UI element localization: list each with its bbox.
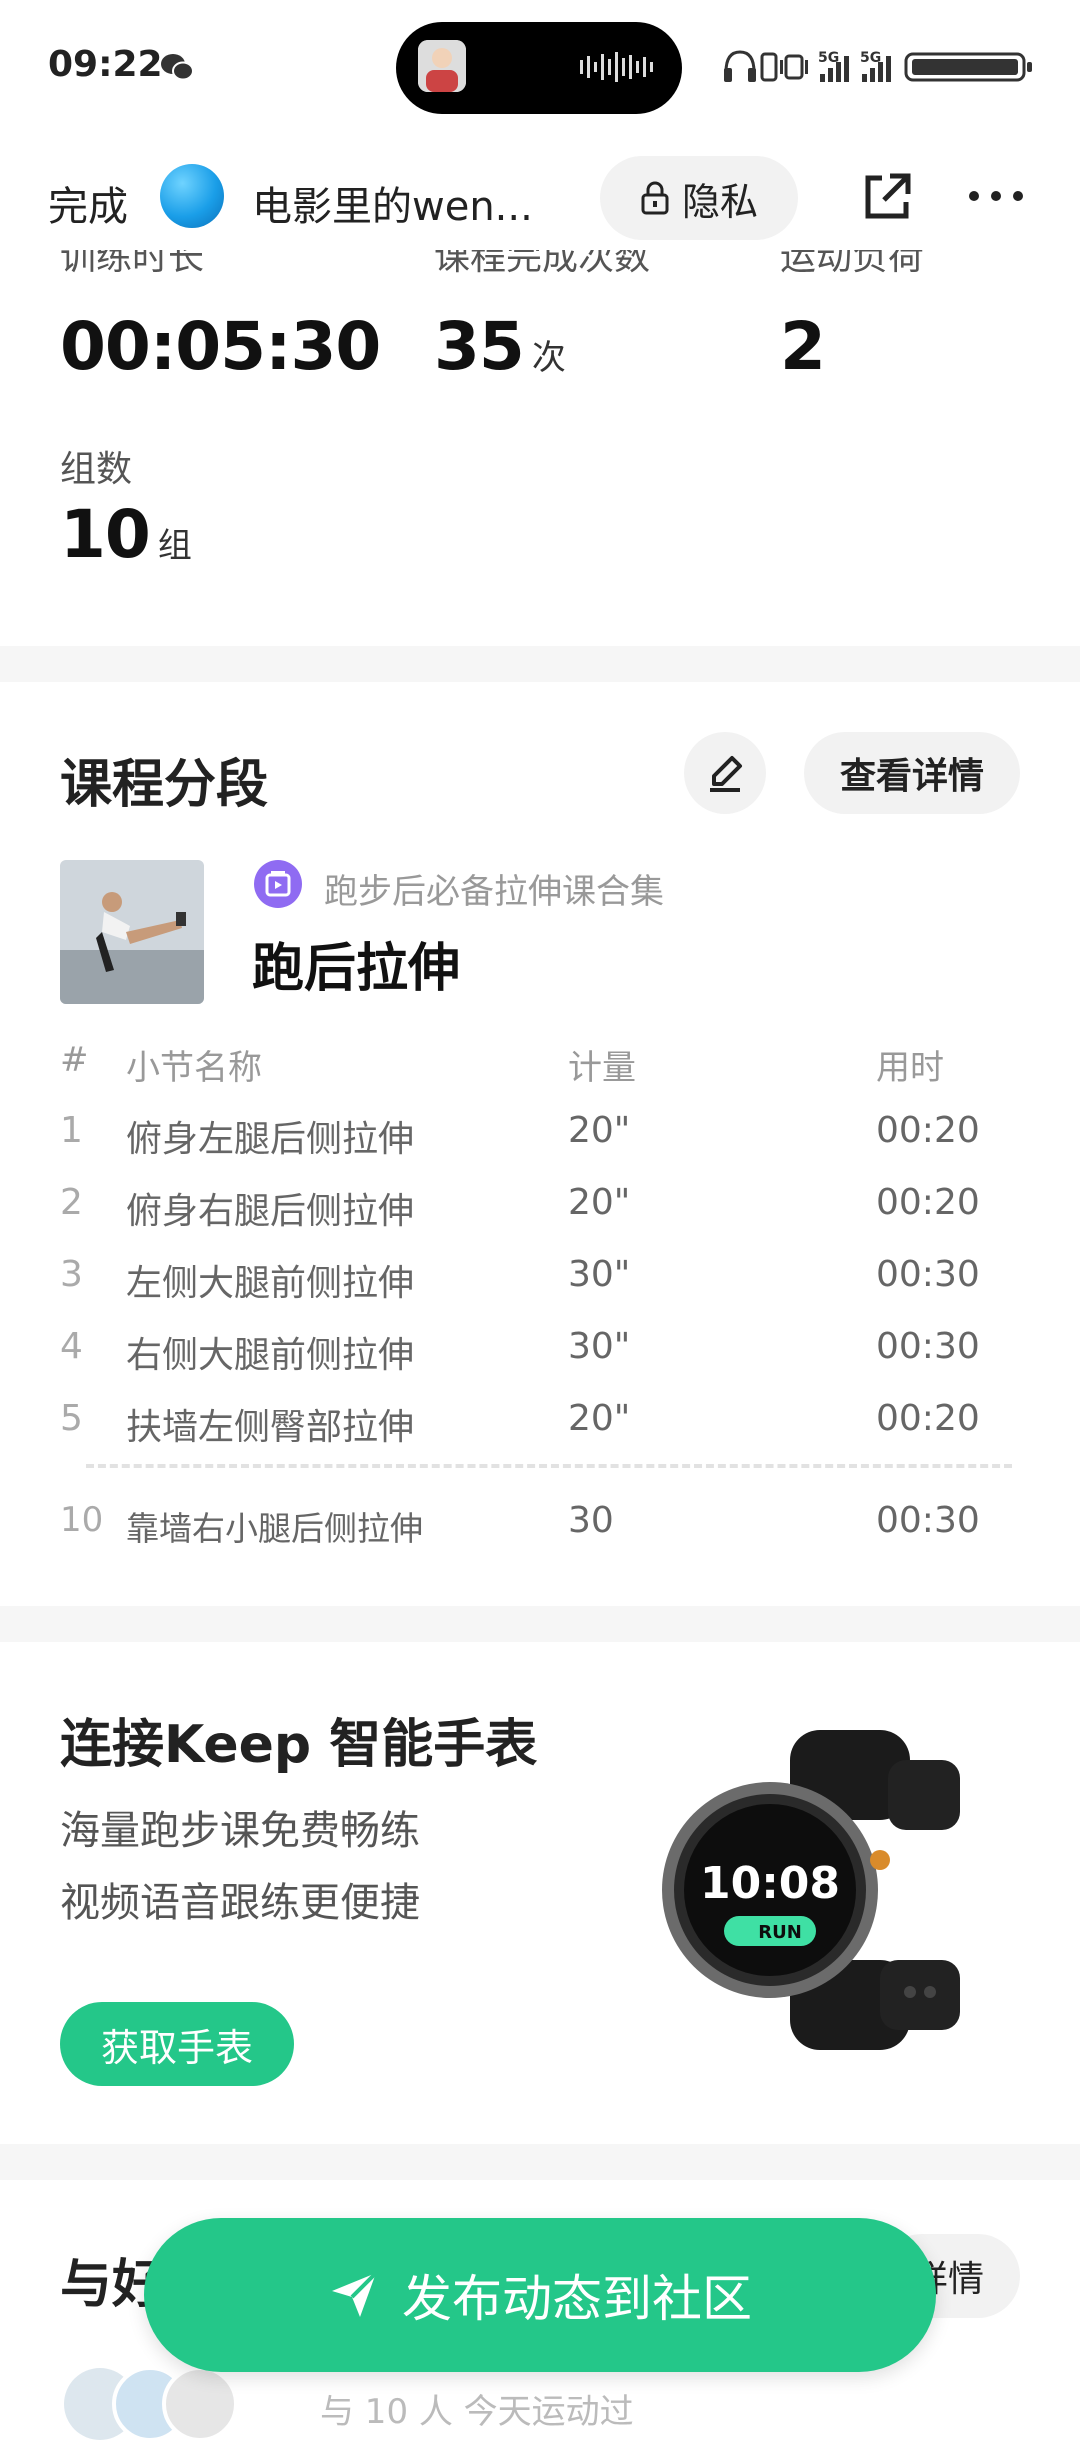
row-amount: 20" [568,1110,631,1151]
table-header-amount: 计量 [568,1048,636,1088]
row-name: 左侧大腿前侧拉伸 [126,1263,415,1304]
row-duration: 00:20 [876,1110,980,1151]
wechat-icon [161,54,194,81]
row-name: 俯身右腿后侧拉伸 [126,1191,415,1232]
course-thumbnail[interactable] [60,860,204,1004]
stat-label: 课程完成次数 [434,250,651,278]
row-duration: 00:30 [876,1254,980,1295]
row-index: 3 [60,1254,83,1295]
edit-button[interactable] [684,732,766,814]
user-avatar[interactable] [160,164,224,228]
stat-unit: 次 [531,338,566,378]
promo-line: 视频语音跟练更便捷 [60,1880,420,1926]
share-icon[interactable] [860,170,914,224]
row-index: 4 [60,1326,83,1367]
section-title: 课程分段 [60,755,269,815]
publish-to-community-button[interactable]: 发布动态到社区 [144,2218,936,2372]
stat-value: 35 [434,308,525,385]
section-divider [0,2144,1080,2180]
more-icon[interactable] [966,176,1026,216]
row-index: 5 [60,1398,83,1439]
table-header-duration: 用时 [876,1048,944,1088]
promo-title: 连接Keep 智能手表 [60,1715,538,1775]
row-amount: 20" [568,1182,631,1223]
stats-row-clip: 训练时长 课程完成次数 运动负荷 [0,250,1080,280]
row-duration: 00:30 [876,1326,980,1367]
music-cover-icon[interactable] [418,40,466,92]
stat-value: 10 [60,496,151,573]
row-amount: 30" [568,1254,631,1295]
row-duration: 00:30 [876,1500,980,1541]
row-amount: 30" [568,1326,631,1367]
collection-icon [254,860,302,908]
row-duration: 00:20 [876,1398,980,1439]
lock-icon [641,181,669,215]
get-watch-button[interactable]: 获取手表 [60,2002,294,2086]
username[interactable]: 电影里的wen... [252,174,533,232]
stat-completions: 35 次 [434,308,566,385]
stat-value-load: 2 [780,308,826,385]
table-row: 2 俯身右腿后侧拉伸 20" 00:20 [0,1182,1080,1232]
table-header-name: 小节名称 [126,1048,262,1088]
row-amount: 30 [568,1500,614,1541]
privacy-button[interactable]: 隐私 [600,156,798,240]
watch-run-text: RUN [758,1922,802,1943]
table-header-index: # [60,1040,89,1080]
friend-avatars[interactable] [60,2360,240,2440]
system-status-icons: 5G 5G [724,50,1032,82]
section-divider [0,646,1080,682]
promo-line: 海量跑步课免费畅练 [60,1808,420,1854]
smartwatch-image[interactable]: 10:08 RUN [640,1730,960,2050]
row-name: 俯身左腿后侧拉伸 [126,1119,415,1160]
collection-label[interactable]: 跑步后必备拉伸课合集 [324,864,664,913]
row-name: 右侧大腿前侧拉伸 [126,1335,415,1376]
stat-unit: 组 [157,526,192,566]
row-duration: 00:20 [876,1182,980,1223]
course-title[interactable]: 跑后拉伸 [252,926,460,1001]
stat-label: 运动负荷 [780,250,925,278]
collapsed-rows-divider[interactable] [86,1464,1012,1468]
row-index: 10 [60,1500,104,1540]
row-name: 扶墙左侧臀部拉伸 [126,1407,415,1448]
stat-label: 组数 [60,449,133,490]
status-time: 09:22 [48,44,163,85]
audio-wave-icon [580,52,653,82]
table-row: 10 靠墙右小腿后侧拉伸 30 00:30 [0,1498,1080,1548]
privacy-label: 隐私 [681,179,758,224]
watch-time-text: 10:08 [700,1858,840,1909]
view-details-button[interactable]: 查看详情 [804,732,1020,814]
row-amount: 20" [568,1398,631,1439]
row-name: 靠墙右小腿后侧拉伸 [126,1509,423,1548]
stat-label: 训练时长 [60,250,205,278]
pencil-icon [710,756,742,792]
publish-label: 发布动态到社区 [402,2270,752,2328]
table-row: 5 扶墙左侧臀部拉伸 20" 00:20 [0,1398,1080,1448]
send-icon [332,2271,378,2317]
done-button[interactable]: 完成 [48,174,128,232]
table-row: 3 左侧大腿前侧拉伸 30" 00:30 [0,1254,1080,1304]
stat-value-duration: 00:05:30 [60,308,381,385]
row-index: 2 [60,1182,83,1223]
table-row: 1 俯身左腿后侧拉伸 20" 00:20 [0,1110,1080,1160]
stat-sets: 10 组 [60,496,192,573]
friends-subtitle: 与 10 人 今天运动过 [320,2392,634,2432]
row-index: 1 [60,1110,83,1151]
section-divider [0,1606,1080,1642]
table-row: 4 右侧大腿前侧拉伸 30" 00:30 [0,1326,1080,1376]
